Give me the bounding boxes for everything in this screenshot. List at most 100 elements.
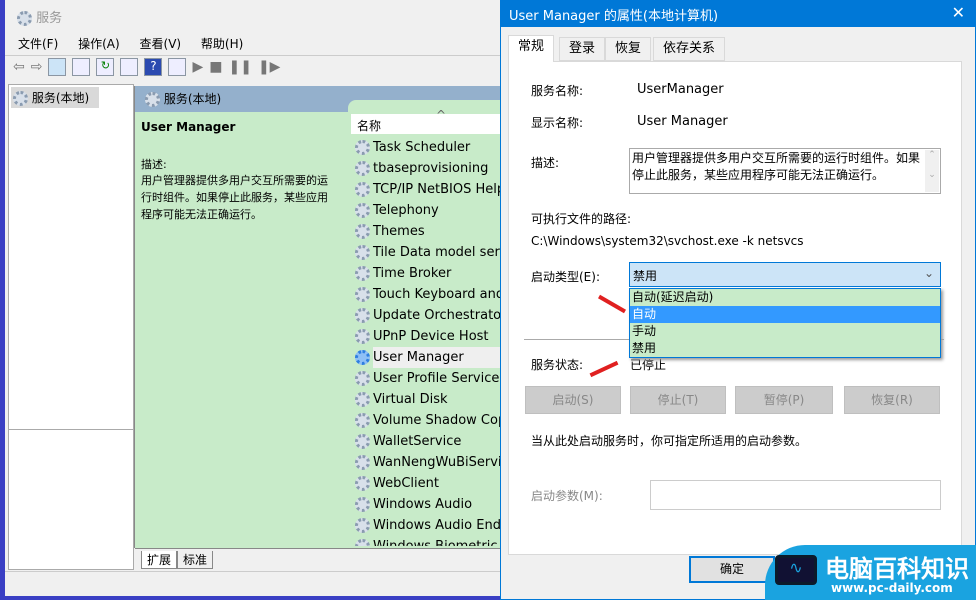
- selected-service-name: User Manager: [141, 120, 236, 134]
- console-icon[interactable]: [168, 58, 187, 76]
- tab-general[interactable]: 常规: [508, 35, 555, 62]
- tree-item-label: 服务(本地): [31, 91, 90, 105]
- service-row[interactable]: User Profile Service: [355, 368, 505, 389]
- startup-type-select[interactable]: 禁用 ⌄: [629, 262, 941, 287]
- service-row[interactable]: Volume Shadow Copy: [355, 410, 505, 431]
- service-row[interactable]: Themes: [355, 221, 505, 242]
- service-row[interactable]: tbaseprovisioning: [355, 158, 505, 179]
- gear-icon: [355, 224, 370, 239]
- service-row[interactable]: User Manager: [355, 347, 505, 368]
- properties-icon[interactable]: [72, 58, 91, 76]
- tree-pane: 服务(本地): [8, 84, 134, 430]
- service-name-value: UserManager: [637, 82, 724, 97]
- option-disabled[interactable]: 禁用: [630, 340, 940, 357]
- service-name-label: 服务名称:: [531, 84, 584, 98]
- service-row[interactable]: Windows Audio Endpoint: [355, 515, 505, 536]
- service-name: Volume Shadow Copy: [373, 413, 505, 428]
- ok-button[interactable]: 确定: [689, 556, 775, 583]
- pause-icon[interactable]: ❚❚: [228, 59, 251, 75]
- watermark-url: www.pc-daily.com: [831, 581, 953, 595]
- service-row[interactable]: WalletService: [355, 431, 505, 452]
- status-value: 已停止: [630, 358, 667, 372]
- service-row[interactable]: Virtual Disk: [355, 389, 505, 410]
- back-icon[interactable]: ⇦: [13, 59, 25, 75]
- restart-icon[interactable]: ❚▶: [258, 59, 281, 75]
- export-icon[interactable]: [120, 58, 139, 76]
- service-row[interactable]: Update Orchestrator Service: [355, 305, 505, 326]
- stop-button[interactable]: 停止(T): [630, 386, 726, 414]
- chevron-down-icon: ⌄: [923, 266, 934, 280]
- desc-label: 描述:: [141, 158, 167, 171]
- gear-icon: [355, 413, 370, 428]
- column-header-label: 名称: [357, 119, 382, 133]
- hint-text: 当从此处启动服务时，你可指定所适用的启动参数。: [531, 434, 808, 448]
- gear-icon: [355, 518, 370, 533]
- status-label: 服务状态:: [531, 358, 584, 372]
- option-auto[interactable]: 自动: [630, 306, 940, 323]
- gear-icon: [13, 91, 28, 106]
- tab-dependencies[interactable]: 依存关系: [653, 37, 726, 61]
- service-row[interactable]: Time Broker: [355, 263, 505, 284]
- gear-icon: [355, 392, 370, 407]
- description-scrollbar[interactable]: ⌃ ⌄: [925, 150, 939, 192]
- option-manual[interactable]: 手动: [630, 323, 940, 340]
- column-header-name[interactable]: 名称 ^: [351, 108, 503, 134]
- resume-button[interactable]: 恢复(R): [844, 386, 940, 414]
- service-row[interactable]: Windows Audio: [355, 494, 505, 515]
- gear-icon: [355, 350, 370, 365]
- service-name: tbaseprovisioning: [373, 161, 489, 176]
- start-button[interactable]: 启动(S): [525, 386, 621, 414]
- service-name: Themes: [373, 224, 425, 239]
- service-name: UPnP Device Host: [373, 329, 489, 344]
- service-row[interactable]: WanNengWuBiService: [355, 452, 505, 473]
- service-row[interactable]: Tile Data model server: [355, 242, 505, 263]
- param-input[interactable]: [650, 480, 941, 510]
- gear-icon: [355, 140, 370, 155]
- param-label: 启动参数(M):: [531, 489, 603, 503]
- service-name: Windows Audio: [373, 497, 473, 512]
- show-tree-icon[interactable]: [48, 58, 67, 76]
- gear-icon: [355, 308, 370, 323]
- menu-help[interactable]: 帮助(H): [201, 37, 243, 51]
- service-name: WalletService: [373, 434, 462, 449]
- option-auto-delayed[interactable]: 自动(延迟启动): [630, 289, 940, 306]
- tab-extended[interactable]: 扩展: [141, 551, 178, 569]
- service-row[interactable]: Touch Keyboard and Handwriting: [355, 284, 505, 305]
- view-tabs: 扩展 标准: [135, 548, 502, 570]
- tab-logon[interactable]: 登录: [559, 37, 606, 61]
- stop-icon[interactable]: ■: [209, 59, 222, 75]
- tab-standard[interactable]: 标准: [177, 551, 214, 569]
- service-name: Windows Biometric Service: [373, 539, 505, 546]
- menu-view[interactable]: 查看(V): [140, 37, 182, 51]
- forward-icon[interactable]: ⇨: [31, 59, 43, 75]
- startup-type-dropdown: 自动(延迟启动) 自动 手动 禁用: [629, 288, 941, 358]
- service-row[interactable]: Telephony: [355, 200, 505, 221]
- pause-button[interactable]: 暂停(P): [735, 386, 833, 414]
- window-title: 服务: [17, 7, 62, 26]
- path-value: C:\Windows\system32\svchost.exe -k netsv…: [531, 234, 804, 248]
- service-name: Time Broker: [373, 266, 452, 281]
- description-box[interactable]: 用户管理器提供多用户交互所需要的运行时组件。如果停止此服务，某些应用程序可能无法…: [629, 148, 941, 194]
- tree-item-local-services[interactable]: 服务(本地): [11, 87, 99, 108]
- menu-action[interactable]: 操作(A): [78, 37, 120, 51]
- description-label: 描述:: [531, 156, 560, 170]
- menu-file[interactable]: 文件(F): [18, 37, 58, 51]
- close-icon[interactable]: ✕: [952, 3, 965, 22]
- menu-bar: 文件(F) 操作(A) 查看(V) 帮助(H): [18, 35, 259, 52]
- service-row[interactable]: WebClient: [355, 473, 505, 494]
- selected-service-description: 用户管理器提供多用户交互所需要的运行时组件。如果停止此服务，某些应用程序可能无法…: [141, 174, 328, 221]
- service-name: User Profile Service: [373, 371, 500, 386]
- service-row[interactable]: Windows Biometric Service: [355, 536, 505, 546]
- services-window: 服务 文件(F) 操作(A) 查看(V) 帮助(H) ⇦ ⇨ ↻ ? ▶ ■ ❚❚ ❚▶…: [0, 0, 508, 600]
- service-row[interactable]: UPnP Device Host: [355, 326, 505, 347]
- tab-recovery[interactable]: 恢复: [605, 37, 652, 61]
- service-name: Tile Data model server: [373, 245, 505, 260]
- service-row[interactable]: TCP/IP NetBIOS Helper: [355, 179, 505, 200]
- help-icon[interactable]: ?: [144, 58, 163, 76]
- gear-icon: [355, 371, 370, 386]
- service-row[interactable]: Task Scheduler: [355, 137, 505, 158]
- service-name: Telephony: [373, 203, 439, 218]
- service-name: Windows Audio Endpoint: [373, 518, 505, 533]
- refresh-icon[interactable]: ↻: [96, 58, 115, 76]
- play-icon[interactable]: ▶: [192, 59, 203, 75]
